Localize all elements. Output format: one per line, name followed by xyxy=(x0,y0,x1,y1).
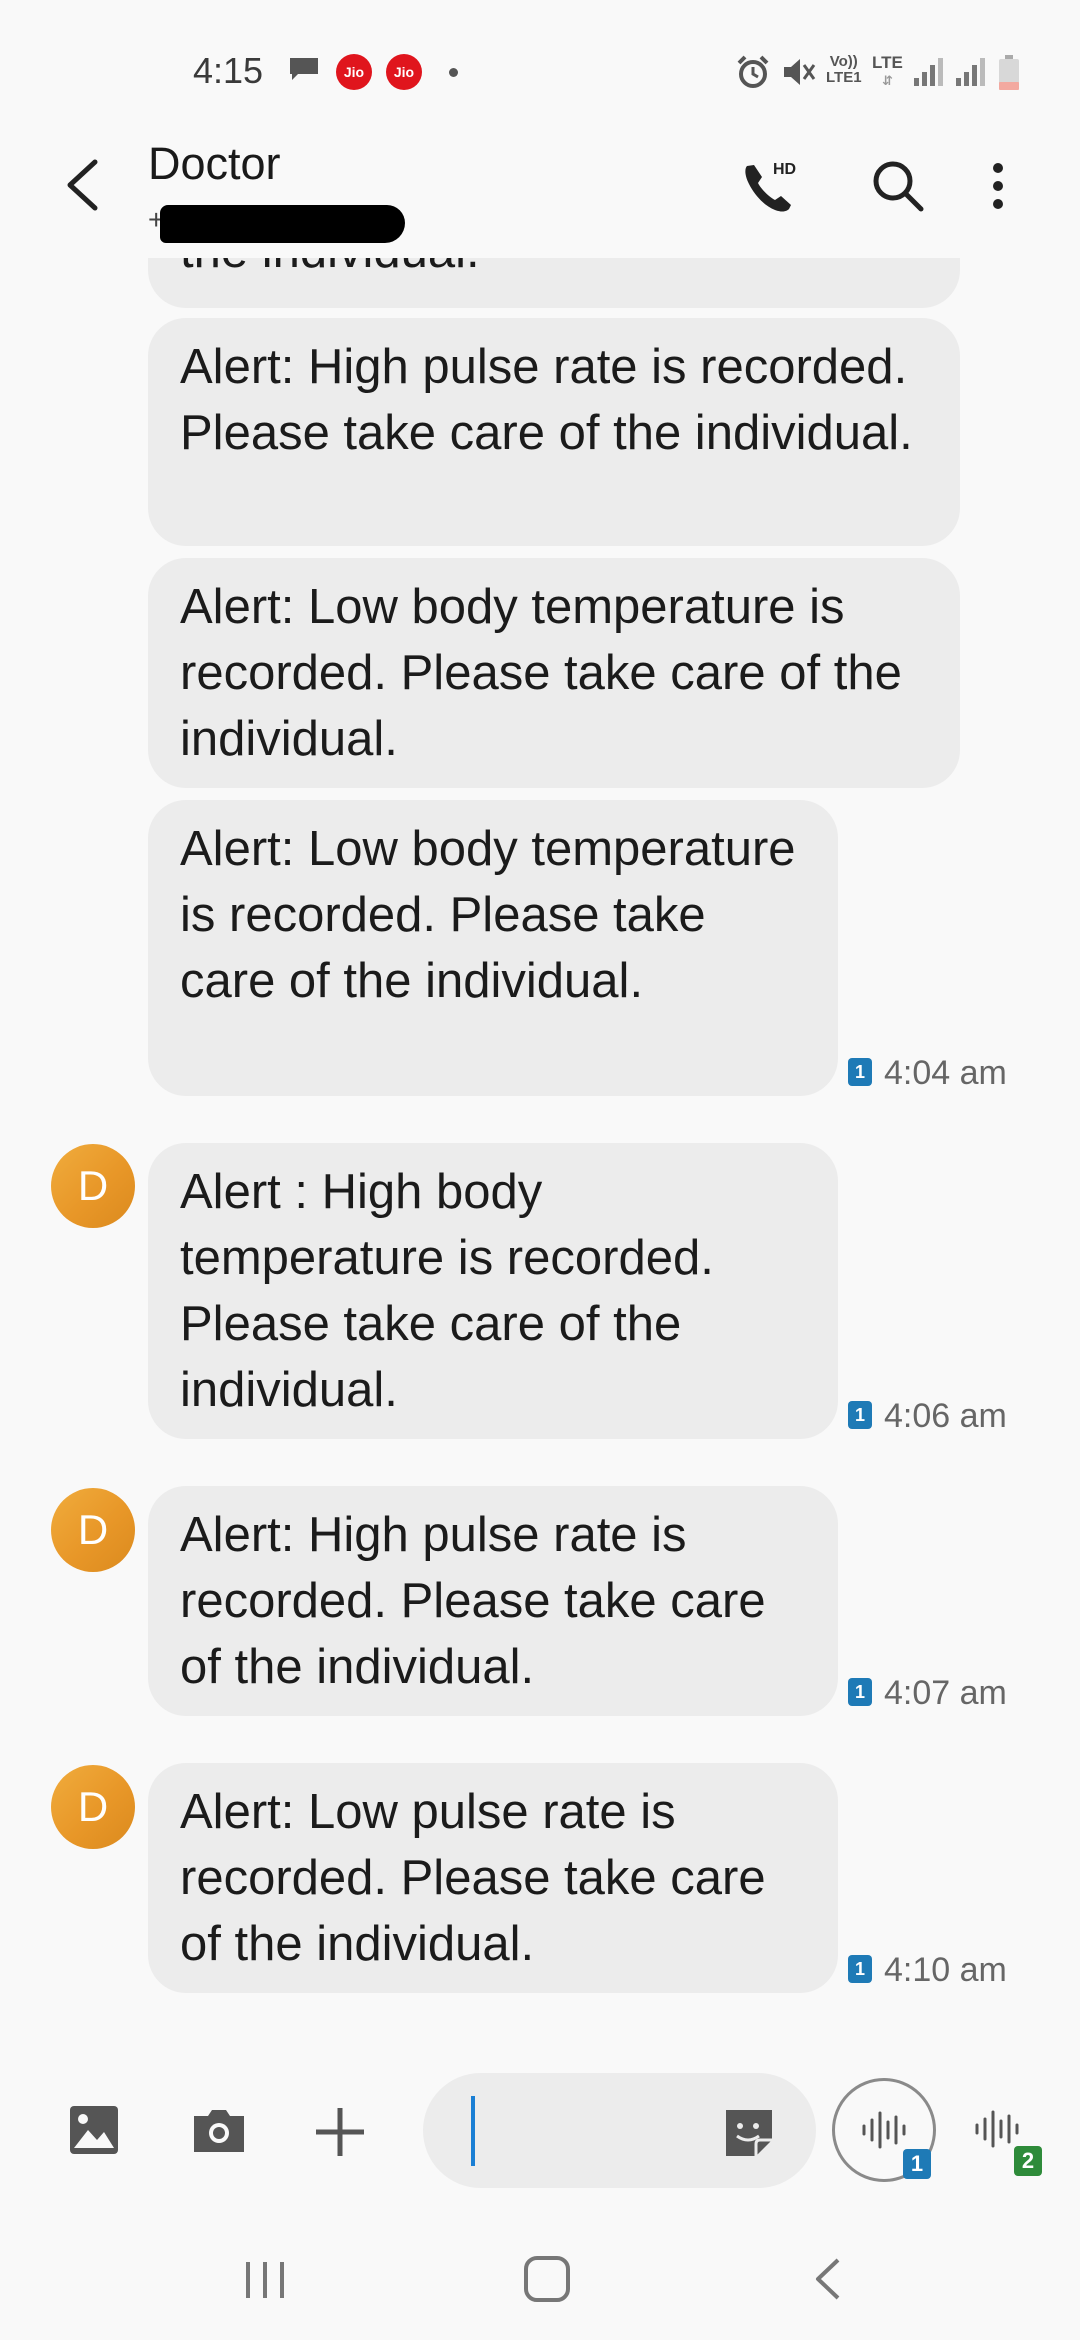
text-cursor xyxy=(471,2096,475,2166)
message-bubble[interactable]: Alert: Low body temperature is recorded.… xyxy=(148,800,838,1096)
message-timestamp: 1 4:10 am xyxy=(848,1951,1007,1990)
voice-record-icon xyxy=(975,2110,1019,2148)
avatar[interactable]: D xyxy=(51,1488,135,1572)
back-arrow-icon[interactable] xyxy=(50,150,120,220)
search-icon[interactable] xyxy=(865,153,931,219)
gallery-icon[interactable] xyxy=(68,2104,120,2156)
message-text: Alert: Low pulse rate is recorded. Pleas… xyxy=(180,1785,766,1971)
message-notification-icon xyxy=(290,58,318,80)
sim1-badge-icon: 1 xyxy=(903,2149,931,2179)
volte-indicator: Vo)) LTE1 xyxy=(826,53,862,86)
message-bubble[interactable]: Alert : High body temperature is recorde… xyxy=(148,1143,838,1439)
signal-sim1-icon xyxy=(914,58,943,86)
alarm-icon xyxy=(737,55,769,88)
jio-notification-icon: Jio xyxy=(386,54,422,90)
message-text: Alert: High pulse rate is recorded. Plea… xyxy=(180,340,913,460)
voice-record-icon xyxy=(862,2111,906,2149)
message-bubble[interactable]: Alert: Low body temperature is recorded.… xyxy=(148,558,960,788)
message-text: Alert : High body temperature is recorde… xyxy=(180,1165,714,1417)
recent-apps-icon[interactable] xyxy=(240,2258,290,2302)
more-notifications-dot xyxy=(449,68,458,77)
mute-icon xyxy=(784,59,816,85)
signal-sim2-icon xyxy=(956,58,985,86)
svg-text:HD: HD xyxy=(773,161,796,178)
nav-back-icon[interactable] xyxy=(812,2256,844,2302)
message-text: Alert: Low body temperature is recorded.… xyxy=(180,822,796,1008)
jio-notification-icon: Jio xyxy=(336,54,372,90)
sim1-badge-icon: 1 xyxy=(848,1058,872,1087)
sim1-badge-icon: 1 xyxy=(848,1401,872,1430)
message-text: Alert: High pulse rate is recorded. Plea… xyxy=(180,1508,766,1694)
add-icon[interactable] xyxy=(312,2104,368,2160)
message-timestamp: 1 4:07 am xyxy=(848,1674,1007,1713)
voice-record-sim1-button[interactable]: 1 xyxy=(832,2078,936,2182)
message-bubble-partial[interactable]: the individual. xyxy=(148,258,960,308)
battery-icon xyxy=(999,55,1019,90)
message-text: Alert: Low body temperature is recorded.… xyxy=(180,580,902,766)
avatar[interactable]: D xyxy=(51,1144,135,1228)
sim1-badge-icon: 1 xyxy=(848,1955,872,1984)
more-options-icon[interactable] xyxy=(970,153,1026,219)
message-timestamp: 1 4:06 am xyxy=(848,1397,1007,1436)
home-button[interactable] xyxy=(524,2256,570,2302)
sim2-badge-icon: 2 xyxy=(1014,2146,1042,2176)
voice-record-sim2-button[interactable]: 2 xyxy=(960,2078,1064,2182)
message-bubble[interactable]: Alert: Low pulse rate is recorded. Pleas… xyxy=(148,1763,838,1993)
sim1-badge-icon: 1 xyxy=(848,1678,872,1707)
avatar[interactable]: D xyxy=(51,1765,135,1849)
message-bubble[interactable]: Alert: High pulse rate is recorded. Plea… xyxy=(148,1486,838,1716)
sticker-icon[interactable] xyxy=(722,2106,776,2158)
hd-call-icon[interactable]: HD xyxy=(735,152,805,222)
contact-name[interactable]: Doctor xyxy=(148,138,281,190)
redacted-phone-number xyxy=(160,205,405,243)
status-time: 4:15 xyxy=(193,50,264,91)
camera-icon[interactable] xyxy=(190,2106,248,2156)
lte-indicator: LTE ⇵ xyxy=(872,53,903,89)
message-timestamp: 1 4:04 am xyxy=(848,1054,1007,1093)
message-bubble[interactable]: Alert: High pulse rate is recorded. Plea… xyxy=(148,318,960,546)
